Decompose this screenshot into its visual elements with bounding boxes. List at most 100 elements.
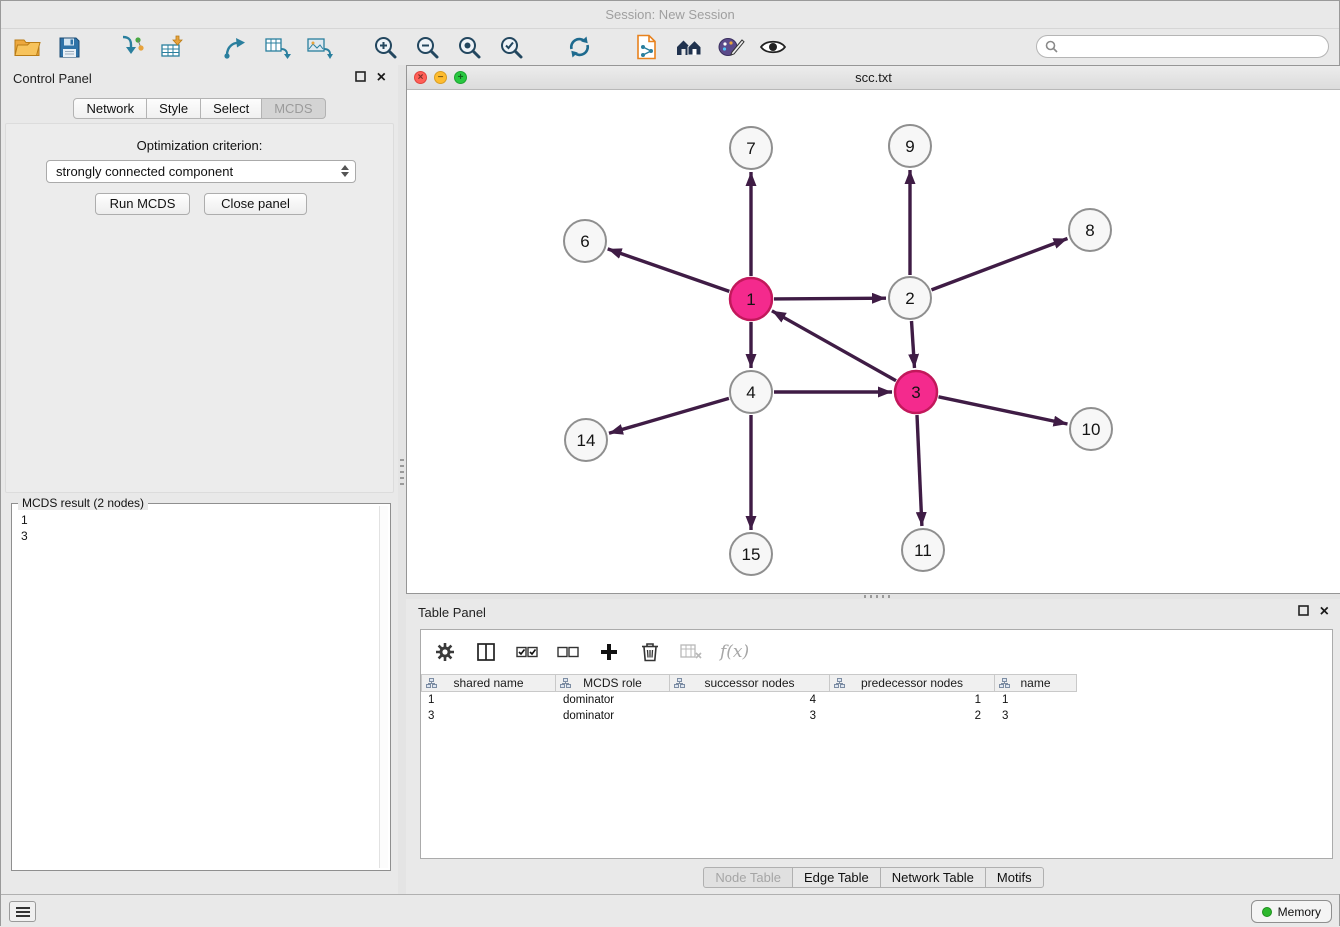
edge-1-2[interactable]	[774, 298, 886, 299]
column-tree-icon	[426, 678, 437, 688]
node-8[interactable]: 8	[1069, 209, 1111, 251]
column-tree-icon	[674, 678, 685, 688]
export-network-button[interactable]	[629, 31, 665, 63]
optimization-criterion-label: Optimization criterion:	[1, 137, 398, 155]
open-session-button[interactable]	[9, 31, 45, 63]
deselect-all-columns-button[interactable]	[556, 639, 580, 665]
tab-style[interactable]: Style	[146, 98, 201, 119]
tab-mcds[interactable]: MCDS	[261, 98, 325, 119]
edge-3-1[interactable]	[772, 311, 896, 381]
delete-table-button[interactable]	[679, 639, 703, 665]
table-row[interactable]: 3dominator323	[421, 708, 1332, 724]
column-header-successor-nodes[interactable]: successor nodes	[670, 674, 830, 692]
show-columns-button[interactable]	[474, 639, 498, 665]
import-table-button[interactable]	[155, 31, 191, 63]
zoom-in-button[interactable]	[367, 31, 403, 63]
table-row[interactable]: 1dominator411	[421, 692, 1332, 708]
home-button[interactable]	[671, 31, 707, 63]
close-panel-icon[interactable]: ×	[1320, 604, 1329, 620]
create-column-button[interactable]	[597, 639, 621, 665]
column-tree-icon	[999, 678, 1010, 688]
node-3[interactable]: 3	[895, 371, 937, 413]
search-input[interactable]	[1063, 40, 1320, 54]
node-15[interactable]: 15	[730, 533, 772, 575]
panel-menu-button[interactable]	[9, 901, 36, 922]
edge-3-10[interactable]	[939, 397, 1068, 424]
cell-successor-nodes: 3	[670, 710, 830, 722]
table-settings-button[interactable]	[433, 639, 457, 665]
delete-column-button[interactable]	[638, 639, 662, 665]
node-10[interactable]: 10	[1070, 408, 1112, 450]
edge-2-8[interactable]	[932, 239, 1068, 290]
close-panel-button[interactable]: Close panel	[204, 193, 307, 215]
table-body: 1dominator4113dominator323	[421, 692, 1332, 724]
cell-mcds-role: dominator	[556, 710, 670, 722]
criterion-dropdown[interactable]: strongly connected component	[46, 160, 356, 183]
column-tree-icon	[834, 678, 845, 688]
svg-text:7: 7	[746, 139, 755, 158]
edge-2-3[interactable]	[912, 321, 915, 368]
apply-layout-button[interactable]	[561, 31, 597, 63]
node-9[interactable]: 9	[889, 125, 931, 167]
node-4[interactable]: 4	[730, 371, 772, 413]
zoom-selected-button[interactable]	[493, 31, 529, 63]
node-2[interactable]: 2	[889, 277, 931, 319]
zoom-out-button[interactable]	[409, 31, 445, 63]
network-window-titlebar[interactable]: × − + scc.txt	[407, 66, 1340, 90]
edge-4-14[interactable]	[609, 398, 729, 433]
run-mcds-button[interactable]: Run MCDS	[95, 193, 190, 215]
result-scrollbar[interactable]	[379, 506, 388, 868]
svg-text:2: 2	[905, 289, 914, 308]
float-panel-icon[interactable]	[355, 69, 366, 87]
function-builder-button[interactable]: f(x)	[720, 639, 749, 665]
cell-shared-name: 3	[421, 710, 556, 722]
export-image-button[interactable]	[301, 31, 337, 63]
list-icon	[15, 906, 31, 918]
tab-network[interactable]: Network	[73, 98, 147, 119]
column-header-predecessor-nodes[interactable]: predecessor nodes	[830, 674, 995, 692]
network-graph[interactable]: 7 9 6 8 1 2 4 3 14 10 15 11	[407, 90, 1340, 593]
show-hide-graphics-button[interactable]	[755, 31, 791, 63]
tab-select[interactable]: Select	[200, 98, 262, 119]
select-all-columns-button[interactable]	[515, 639, 539, 665]
splitter-handle-icon	[400, 459, 404, 485]
style-button[interactable]	[713, 31, 749, 63]
memory-dot-icon	[1262, 907, 1272, 917]
edge-1-6[interactable]	[608, 249, 730, 292]
tab-motifs[interactable]: Motifs	[985, 867, 1044, 888]
title-bar[interactable]: Session: New Session	[1, 1, 1339, 29]
tab-network-table[interactable]: Network Table	[880, 867, 986, 888]
minimize-window-icon[interactable]: −	[434, 71, 447, 84]
new-network-table-button[interactable]	[259, 31, 295, 63]
save-session-button[interactable]	[51, 31, 87, 63]
column-header-mcds-role[interactable]: MCDS role	[556, 674, 670, 692]
table-panel-header: Table Panel ×	[406, 599, 1340, 625]
open-folder-icon	[14, 37, 41, 58]
column-header-name[interactable]: name	[995, 674, 1077, 692]
node-14[interactable]: 14	[565, 419, 607, 461]
node-7[interactable]: 7	[730, 127, 772, 169]
search-box[interactable]	[1036, 35, 1329, 58]
zoom-out-icon	[415, 35, 440, 60]
tab-edge-table[interactable]: Edge Table	[792, 867, 881, 888]
control-panel-title: Control Panel	[13, 71, 92, 86]
column-header-shared-name[interactable]: shared name	[421, 674, 556, 692]
node-1[interactable]: 1	[730, 278, 772, 320]
edge-3-11[interactable]	[917, 415, 922, 526]
vertical-splitter[interactable]	[398, 65, 406, 894]
cell-predecessor-nodes: 1	[830, 694, 995, 706]
node-table-container: f(x) shared nameMCDS rolesuccessor nodes…	[420, 629, 1333, 859]
zoom-window-icon[interactable]: +	[454, 71, 467, 84]
float-panel-icon[interactable]	[1298, 603, 1309, 621]
memory-button[interactable]: Memory	[1251, 900, 1332, 923]
node-6[interactable]: 6	[564, 220, 606, 262]
save-floppy-icon	[58, 36, 81, 59]
import-network-button[interactable]	[113, 31, 149, 63]
close-window-icon[interactable]: ×	[414, 71, 427, 84]
zoom-fit-button[interactable]	[451, 31, 487, 63]
close-panel-icon[interactable]: ×	[377, 70, 386, 86]
network-from-selection-button[interactable]	[217, 31, 253, 63]
node-11[interactable]: 11	[902, 529, 944, 571]
delete-table-icon	[680, 644, 702, 660]
tab-node-table[interactable]: Node Table	[703, 867, 793, 888]
